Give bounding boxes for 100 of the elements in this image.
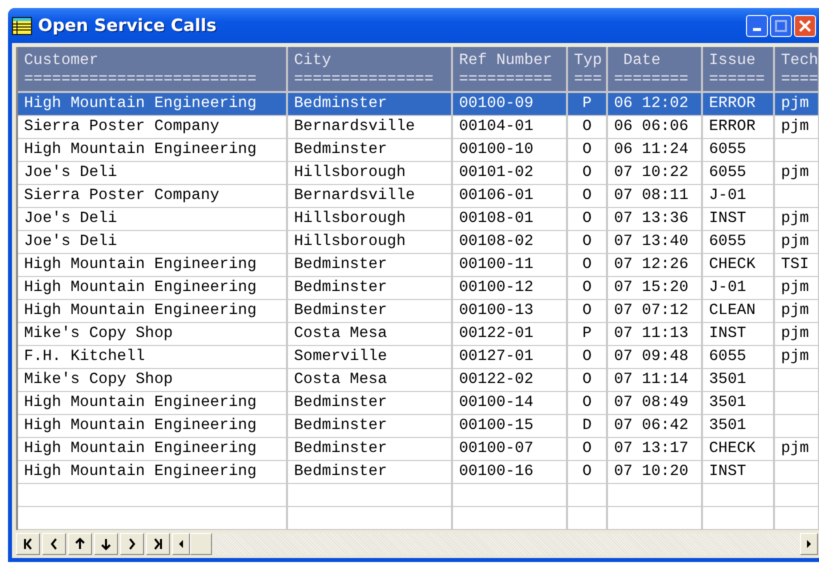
table-cell: 3501 [709,393,746,411]
table-cell: Joe's Deli [24,163,118,181]
table-cell: J-01 [709,186,746,204]
scroll-thumb[interactable] [190,533,212,555]
table-cell: 07 07:12 [614,301,688,319]
table-row[interactable]: High Mountain Engineering Bedminster 00100-13 O 07 07:12 CLEAN pjm [18,300,819,323]
table-cell: P [582,324,592,342]
table-cell: Bernardsville [294,186,415,204]
table-cell: 07 08:11 [614,186,688,204]
table-cell: pjm [781,117,809,135]
table-row[interactable]: High Mountain Engineering Bedminster 00100-09 P 06 12:02 ERROR pjm [18,93,819,116]
table-cell: 00108-02 [459,232,534,250]
table-cell: Joe's Deli [24,232,118,250]
table-row[interactable]: Mike's Copy Shop Costa Mesa 00122-01 P 07 11:13 INST pjm [18,323,819,346]
table-row[interactable]: Sierra Poster Company Bernardsville 00106-01 O 07 08:11 J-01 [18,185,819,208]
table-row[interactable]: High Mountain Engineering Bedminster 00100-11 O 07 12:26 CHECK TSI [18,254,819,277]
table-cell: O [582,370,592,388]
close-icon [799,20,811,32]
table-cell: O [582,301,592,319]
prev-record-button[interactable] [42,533,66,555]
table-cell: D [582,416,592,434]
table-cell: O [582,209,592,227]
table-cell: Hillsborough [294,163,406,181]
maximize-button[interactable] [770,14,792,36]
scroll-left-button[interactable] [172,533,190,555]
maximize-icon [775,20,787,32]
table-cell: 07 08:49 [614,393,688,411]
table-cell: O [582,255,592,273]
table-cell: 6055 [709,163,746,181]
table-cell: pjm [781,439,809,457]
table-cell: F.H. Kitchell [24,347,145,365]
table-cell: INST [709,324,746,342]
first-arrow-icon [22,537,34,551]
table-cell: TSI [781,255,809,273]
table-cell: 6055 [709,140,746,158]
table-cell: 6055 [709,347,746,365]
left-arrow-icon [178,540,184,548]
table-cell: Bedminster [294,94,388,112]
table-row[interactable]: High Mountain Engineering Bedminster 00100-14 O 07 08:49 3501 [18,392,819,415]
minimize-button[interactable] [746,14,768,36]
last-record-button[interactable] [146,533,170,555]
table-cell: 6055 [709,232,746,250]
table-cell: Bedminster [294,140,388,158]
table-cell: High Mountain Engineering [24,94,257,112]
table-cell: Bedminster [294,416,388,434]
table-cell: INST [709,209,746,227]
table-cell: O [582,140,592,158]
table-cell: CLEAN [709,301,756,319]
table-cell: 06 12:02 [614,94,688,112]
table-cell: CHECK [709,439,756,457]
table-cell: 06 06:06 [614,117,688,135]
table-cell: 00108-01 [459,209,534,227]
table-cell: pjm [781,163,809,181]
window-title: Open Service Calls [38,16,218,36]
table-cell: 06 11:24 [614,140,688,158]
table-cell: pjm [781,301,809,319]
table-cell: Sierra Poster Company [24,186,220,204]
table-row[interactable]: High Mountain Engineering Bedminster 00100-12 O 07 15:20 J-01 pjm [18,277,819,300]
horizontal-scrollbar[interactable] [172,533,819,555]
table-cell: Somerville [294,347,388,365]
table-cell: 00127-01 [459,347,534,365]
table-cell: 00100-10 [459,140,534,158]
next-record-button[interactable] [120,533,144,555]
table-row[interactable]: Mike's Copy Shop Costa Mesa 00122-02 O 07 11:14 3501 [18,369,819,392]
table-cell: O [582,232,592,250]
table-row[interactable]: High Mountain Engineering Bedminster 00100-07 O 07 13:17 CHECK pjm [18,438,819,461]
table-row[interactable]: Joe's Deli Hillsborough 00101-02 O 07 10:22 6055 pjm [18,162,819,185]
table-row[interactable]: F.H. Kitchell Somerville 00127-01 O 07 09:48 6055 pjm [18,346,819,369]
close-button[interactable] [794,14,816,36]
table-cell: Mike's Copy Shop [24,370,173,388]
table-cell: 00122-01 [459,324,534,342]
table-row[interactable]: Sierra Poster Company Bernardsville 00104-01 O 06 06:06 ERROR pjm [18,116,819,139]
table-cell: Hillsborough [294,209,406,227]
table-row[interactable]: High Mountain Engineering Bedminster 00100-16 O 07 10:20 INST [18,461,819,484]
table-cell: 3501 [709,416,746,434]
first-record-button[interactable] [16,533,40,555]
table-row[interactable]: High Mountain Engineering Bedminster 00100-10 O 06 11:24 6055 [18,139,819,162]
table-cell: O [582,439,592,457]
table-cell: Joe's Deli [24,209,118,227]
table-cell: 00100-11 [459,255,534,273]
table-cell: 00100-07 [459,439,534,457]
table-row[interactable]: High Mountain Engineering Bedminster 00100-15 D 07 06:42 3501 [18,415,819,438]
scroll-right-button[interactable] [800,533,818,555]
table-cell: High Mountain Engineering [24,462,257,480]
table-cell: 07 13:40 [614,232,688,250]
table-cell: High Mountain Engineering [24,439,257,457]
empty-cell [775,484,819,507]
table-cell: 00122-02 [459,370,534,388]
table-row[interactable]: Joe's Deli Hillsborough 00108-02 O 07 13:40 6055 pjm [18,231,819,254]
down-record-button[interactable] [94,533,118,555]
empty-cell [568,507,608,530]
table-cell: Costa Mesa [294,324,388,342]
table-cell: Bedminster [294,278,388,296]
up-record-button[interactable] [68,533,92,555]
table-cell: pjm [781,278,809,296]
table-cell: pjm [781,209,809,227]
table-cell: O [582,163,592,181]
table-row[interactable]: Joe's Deli Hillsborough 00108-01 O 07 13:36 INST pjm [18,208,819,231]
table-icon [12,16,32,34]
table-cell: Sierra Poster Company [24,117,220,135]
